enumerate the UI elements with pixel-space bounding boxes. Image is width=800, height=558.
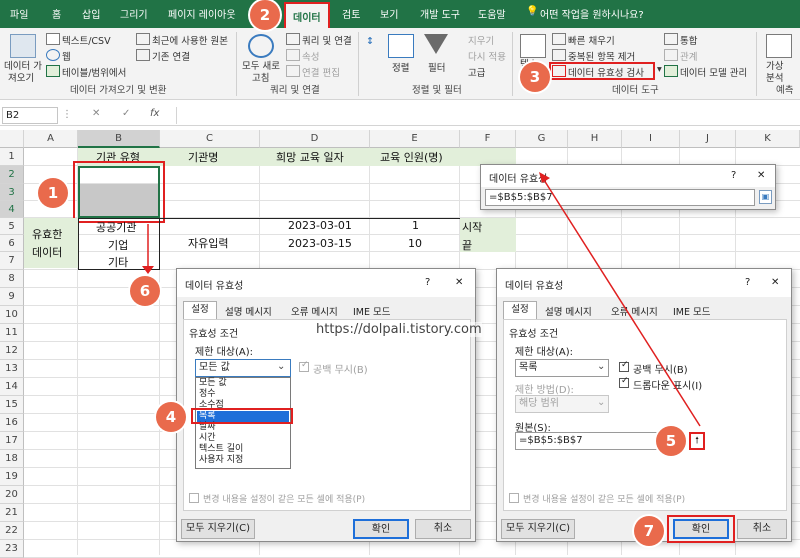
- arrow-collapse-to-mini: [543, 179, 701, 427]
- annotation-arrows: [142, 172, 701, 427]
- step-badge-1: 1: [38, 178, 68, 208]
- arrow-head-up: [539, 172, 550, 183]
- arrow-head-down: [142, 266, 154, 274]
- step-badge-7: 7: [634, 516, 664, 546]
- step-badge-3: 3: [520, 62, 550, 92]
- step-badge-6: 6: [130, 276, 160, 306]
- step-badge-2: 2: [250, 0, 280, 30]
- step-badge-5: 5: [656, 426, 686, 456]
- step-badge-4: 4: [156, 402, 186, 432]
